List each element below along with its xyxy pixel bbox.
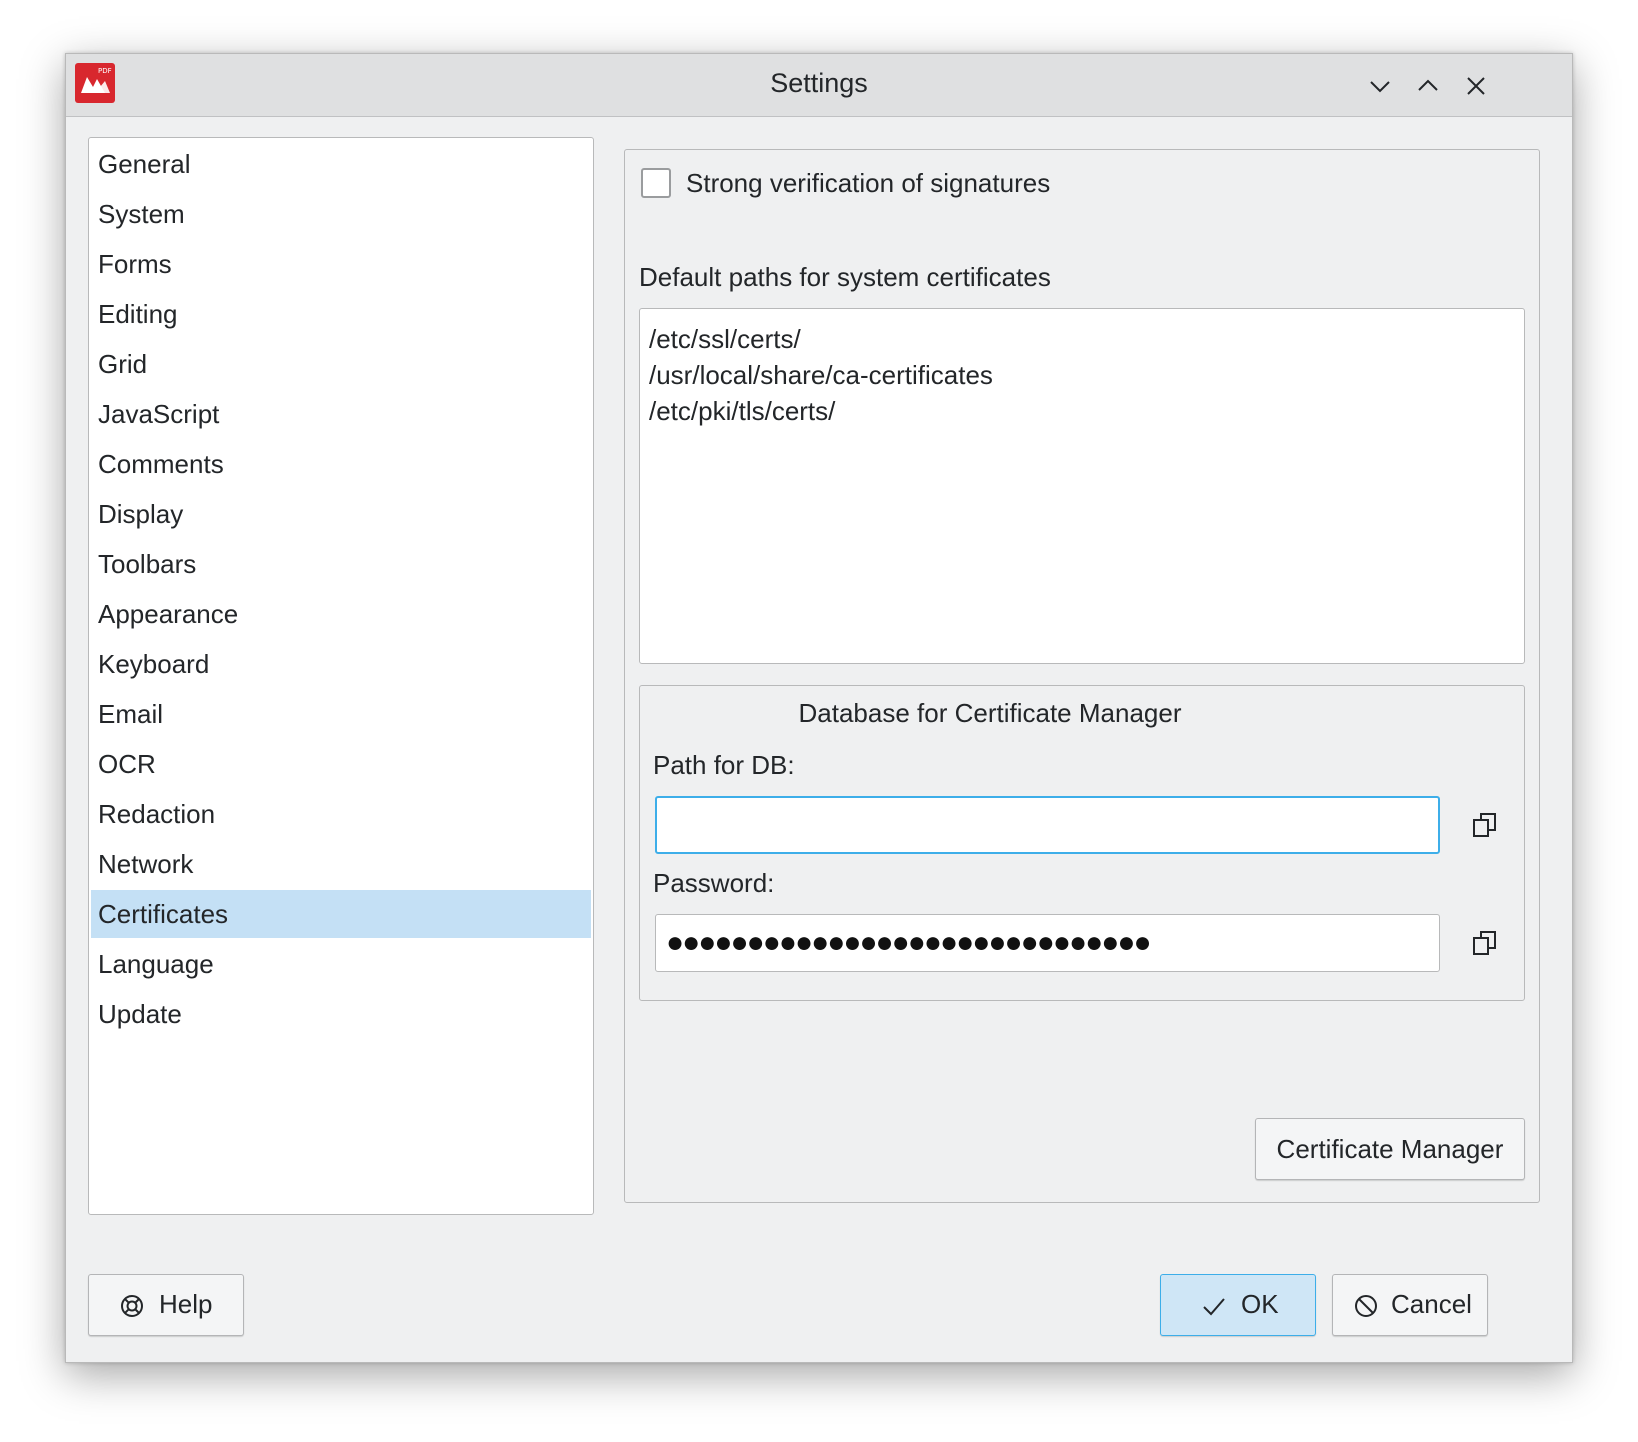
sidebar-item-language[interactable]: Language <box>91 940 591 988</box>
password-label: Password: <box>653 868 775 898</box>
cancel-button[interactable]: Cancel <box>1332 1274 1488 1336</box>
sidebar-item-redaction[interactable]: Redaction <box>91 790 591 838</box>
certificate-db-group: Database for Certificate Manager Path fo… <box>639 685 1525 1001</box>
default-paths-textarea[interactable]: /etc/ssl/certs/ /usr/local/share/ca-cert… <box>639 308 1525 664</box>
path-line: /usr/local/share/ca-certificates <box>649 360 993 390</box>
maximize-icon <box>1418 79 1438 91</box>
sidebar-item-javascript[interactable]: JavaScript <box>91 390 591 438</box>
sidebar-item-comments[interactable]: Comments <box>91 440 591 488</box>
sidebar-item-ocr[interactable]: OCR <box>91 740 591 788</box>
sidebar-item-certificates[interactable]: Certificates <box>91 890 591 938</box>
db-path-label: Path for DB: <box>653 750 795 780</box>
db-path-input[interactable] <box>655 796 1440 854</box>
certificate-manager-button[interactable]: Certificate Manager <box>1255 1118 1525 1180</box>
ok-button[interactable]: OK <box>1160 1274 1316 1336</box>
sidebar-item-forms[interactable]: Forms <box>91 240 591 288</box>
minimize-button[interactable] <box>1360 66 1400 106</box>
db-group-title: Database for Certificate Manager <box>798 698 1182 728</box>
help-label: Help <box>159 1289 213 1319</box>
cancel-icon <box>1355 1295 1377 1317</box>
window-title: Settings <box>770 68 868 98</box>
checkmark-icon <box>1203 1298 1225 1316</box>
copy-icon <box>1473 813 1496 837</box>
sidebar-item-update[interactable]: Update <box>91 990 591 1038</box>
strong-verification-checkbox[interactable] <box>641 168 671 198</box>
copy-icon <box>1473 931 1496 955</box>
sidebar-item-toolbars[interactable]: Toolbars <box>91 540 591 588</box>
cancel-label: Cancel <box>1391 1289 1472 1319</box>
sidebar-item-keyboard[interactable]: Keyboard <box>91 640 591 688</box>
maximize-button[interactable] <box>1408 66 1448 106</box>
strong-verification-label[interactable]: Strong verification of signatures <box>686 168 1050 199</box>
copy-path-button[interactable] <box>1470 808 1506 844</box>
password-value: ●●●●●●●●●●●●●●●●●●●●●●●●●●●●●● <box>666 927 1152 959</box>
sidebar-item-display[interactable]: Display <box>91 490 591 538</box>
copy-password-button[interactable] <box>1470 926 1506 962</box>
sidebar-item-network[interactable]: Network <box>91 840 591 888</box>
default-paths-label: Default paths for system certificates <box>639 262 1051 292</box>
path-line: /etc/ssl/certs/ <box>649 324 801 354</box>
sidebar-item-editing[interactable]: Editing <box>91 290 591 338</box>
sidebar-item-appearance[interactable]: Appearance <box>91 590 591 638</box>
help-button[interactable]: Help <box>88 1274 244 1336</box>
close-button[interactable] <box>1456 66 1496 106</box>
sidebar-item-email[interactable]: Email <box>91 690 591 738</box>
minimize-icon <box>1370 81 1390 93</box>
title-bar[interactable]: PDF Settings <box>66 54 1572 117</box>
sidebar-item-general[interactable]: General <box>91 140 591 188</box>
help-lifebuoy-icon <box>121 1295 143 1317</box>
path-line: /etc/pki/tls/certs/ <box>649 396 836 426</box>
ok-label: OK <box>1241 1289 1279 1319</box>
sidebar-item-system[interactable]: System <box>91 190 591 238</box>
close-icon <box>1467 77 1485 95</box>
settings-dialog: PDF Settings General System Forms Editin… <box>65 53 1573 1363</box>
settings-category-list: General System Forms Editing Grid JavaSc… <box>88 137 594 1215</box>
password-input[interactable]: ●●●●●●●●●●●●●●●●●●●●●●●●●●●●●● <box>655 914 1440 972</box>
certificates-panel: Strong verification of signatures Defaul… <box>624 149 1540 1203</box>
sidebar-item-grid[interactable]: Grid <box>91 340 591 388</box>
